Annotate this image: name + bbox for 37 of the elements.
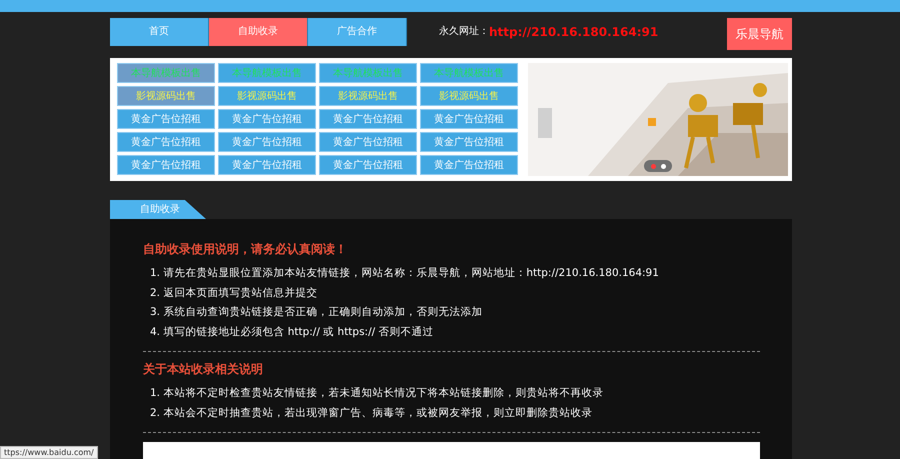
- link-tile[interactable]: 黄金广告位招租: [420, 109, 518, 129]
- link-tile[interactable]: 本导航模板出售: [218, 63, 316, 83]
- nav-tab[interactable]: 广告合作: [308, 18, 407, 46]
- status-url: ttps://www.baidu.com/: [0, 446, 98, 459]
- link-tile[interactable]: 黄金广告位招租: [117, 132, 215, 152]
- link-tile[interactable]: 本导航模板出售: [420, 63, 518, 83]
- link-tile[interactable]: 黄金广告位招租: [319, 109, 417, 129]
- instruction-item: 1. 请先在贵站显眼位置添加本站友情链接，网站名称：乐晨导航，网站地址：http://210.16.180.164:91: [149, 266, 660, 281]
- section-tab[interactable]: 自助收录: [110, 200, 206, 219]
- link-tile[interactable]: 本导航模板出售: [117, 63, 215, 83]
- link-tile[interactable]: 影视源码出售: [218, 86, 316, 106]
- link-tile[interactable]: 黄金广告位招租: [319, 155, 417, 175]
- carousel-dots[interactable]: [644, 160, 672, 172]
- link-tile[interactable]: 黄金广告位招租: [420, 155, 518, 175]
- permalink-label: 永久网址：: [439, 24, 489, 39]
- nav-tab[interactable]: 首页: [110, 18, 209, 46]
- link-tile[interactable]: 黄金广告位招租: [319, 132, 417, 152]
- nav-tab[interactable]: 自助收录: [209, 18, 308, 46]
- link-tile[interactable]: 黄金广告位招租: [218, 155, 316, 175]
- link-tile[interactable]: 黄金广告位招租: [117, 109, 215, 129]
- instruction-item: 4. 填写的链接地址必须包含 http:// 或 https:// 否则不通过: [149, 324, 435, 340]
- link-tile[interactable]: 黄金广告位招租: [420, 132, 518, 152]
- permalink-link[interactable]: http://210.16.180.164:91: [489, 18, 658, 46]
- link-tile[interactable]: 本导航模板出售: [319, 63, 417, 83]
- link-tile[interactable]: 影视源码出售: [420, 86, 518, 106]
- instruction-item: 3. 系统自动查询贵站链接是否正确，正确则自动添加，否则无法添加: [149, 305, 484, 320]
- section-heading: 自助收录使用说明，请务必认真阅读！: [143, 241, 348, 258]
- instruction-item: 2. 本站会不定时抽查贵站，若出现弹窗广告、病毒等，或被网友举报，则立即删除贵站收录: [149, 406, 594, 420]
- brand-button[interactable]: 乐晨导航: [727, 18, 792, 50]
- section-heading: 关于本站收录相关说明: [143, 361, 264, 378]
- link-tile[interactable]: 影视源码出售: [319, 86, 417, 106]
- instruction-item: 2. 返回本页面填写贵站信息并提交: [149, 286, 318, 300]
- link-tile[interactable]: 黄金广告位招租: [218, 109, 316, 129]
- instruction-item: 1. 本站将不定时检查贵站友情链接，若未通知站长情况下将本站链接删除，则贵站将不再收录: [149, 386, 604, 401]
- link-tile[interactable]: 黄金广告位招租: [218, 132, 316, 152]
- link-tile[interactable]: 黄金广告位招租: [117, 155, 215, 175]
- link-tile[interactable]: 影视源码出售: [117, 86, 215, 106]
